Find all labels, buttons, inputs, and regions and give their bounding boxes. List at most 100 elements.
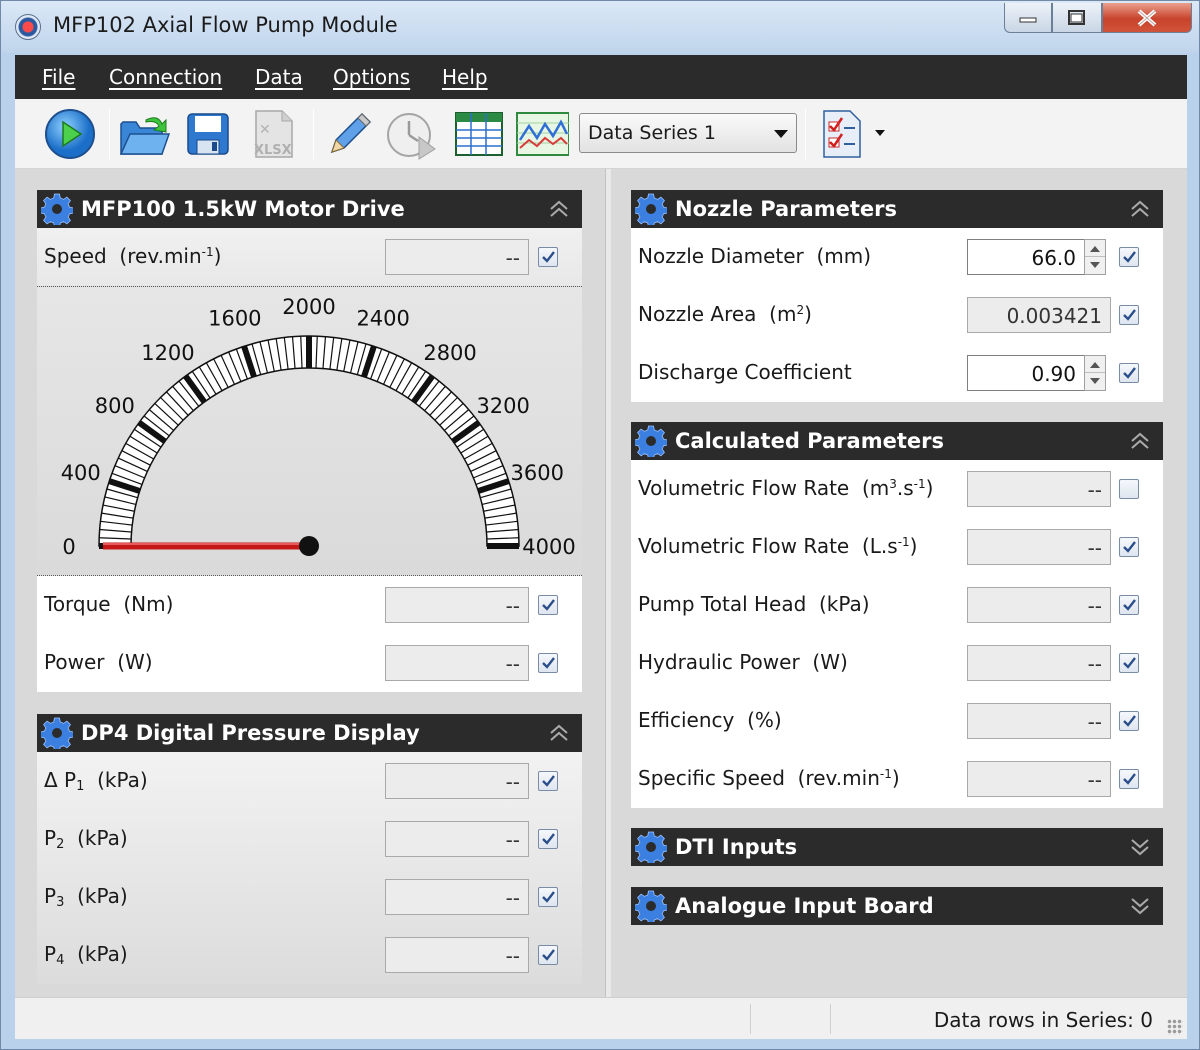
dp1-label: Δ P1 (kPa) bbox=[44, 768, 148, 794]
menu-data[interactable]: Data bbox=[255, 65, 303, 89]
collapse-chevron-icon[interactable] bbox=[1129, 431, 1151, 451]
open-button[interactable] bbox=[117, 107, 171, 161]
discharge-coefficient-checkbox[interactable] bbox=[1119, 363, 1139, 383]
maximize-button[interactable] bbox=[1052, 3, 1102, 33]
nozzle-diameter-row: Nozzle Diameter (mm) 66.0 bbox=[631, 228, 1163, 286]
gear-icon bbox=[41, 193, 73, 225]
resize-grip-icon[interactable] bbox=[1167, 1019, 1183, 1035]
timer-icon bbox=[387, 113, 436, 160]
panel-title: DP4 Digital Pressure Display bbox=[81, 721, 420, 745]
app-window: MFP102 Axial Flow Pump Module File Conne… bbox=[0, 0, 1200, 1050]
nozzle-area-checkbox[interactable] bbox=[1119, 305, 1139, 325]
nozzle-diameter-spinner[interactable] bbox=[1084, 239, 1106, 275]
pump-head-checkbox[interactable] bbox=[1119, 595, 1139, 615]
speed-gauge: 0 400 800 1200 1600 2000 2400 2800 3200 3600 4000 bbox=[37, 286, 582, 576]
dropdown-arrow-icon bbox=[774, 130, 788, 138]
p2-checkbox[interactable] bbox=[538, 829, 558, 849]
export-xlsx-icon: ✕ XLSX bbox=[254, 110, 293, 158]
checkmark-icon bbox=[542, 251, 555, 263]
dp4-header[interactable]: DP4 Digital Pressure Display bbox=[37, 714, 582, 752]
menu-options[interactable]: Options bbox=[333, 65, 410, 89]
flow-l-label: Volumetric Flow Rate (L.s-1) bbox=[638, 534, 918, 558]
flow-l-checkbox[interactable] bbox=[1119, 537, 1139, 557]
edit-pencil-icon bbox=[330, 112, 372, 154]
power-value: -- bbox=[385, 645, 529, 681]
discharge-coefficient-label: Discharge Coefficient bbox=[638, 360, 852, 384]
pump-head-value: -- bbox=[967, 587, 1111, 623]
p3-value: -- bbox=[385, 879, 529, 915]
expand-chevron-icon[interactable] bbox=[1129, 896, 1151, 916]
p3-checkbox[interactable] bbox=[538, 887, 558, 907]
minimize-button[interactable] bbox=[1004, 3, 1052, 33]
nozzle-area-label: Nozzle Area (m2) bbox=[638, 302, 812, 326]
efficiency-checkbox[interactable] bbox=[1119, 711, 1139, 731]
close-button[interactable] bbox=[1102, 3, 1192, 33]
spin-up-icon[interactable] bbox=[1090, 362, 1100, 368]
checkmark-icon bbox=[1123, 367, 1136, 379]
dti-header[interactable]: DTI Inputs bbox=[631, 828, 1163, 866]
p4-label: P4 (kPa) bbox=[44, 942, 128, 968]
discharge-coefficient-spinner[interactable] bbox=[1084, 355, 1106, 391]
analogue-header[interactable]: Analogue Input Board bbox=[631, 887, 1163, 925]
data-series-select-value: Data Series 1 bbox=[588, 122, 716, 144]
nozzle-diameter-input[interactable]: 66.0 bbox=[967, 239, 1085, 275]
checkmark-icon bbox=[542, 949, 555, 961]
motor-drive-header[interactable]: MFP100 1.5kW Motor Drive bbox=[37, 190, 582, 228]
collapse-chevron-icon[interactable] bbox=[1129, 199, 1151, 219]
edit-button[interactable] bbox=[321, 107, 375, 161]
play-button[interactable] bbox=[43, 107, 97, 161]
report-dropdown-icon[interactable] bbox=[875, 130, 885, 136]
gauge-tick-label: 400 bbox=[61, 461, 101, 485]
spin-down-icon[interactable] bbox=[1090, 378, 1100, 384]
chart-button[interactable] bbox=[515, 107, 569, 161]
flow-m3-value: -- bbox=[967, 471, 1111, 507]
p4-checkbox[interactable] bbox=[538, 945, 558, 965]
checkmark-icon bbox=[542, 657, 555, 669]
menu-file[interactable]: File bbox=[42, 65, 75, 89]
table-button[interactable] bbox=[452, 107, 506, 161]
speed-checkbox[interactable] bbox=[538, 247, 558, 267]
menu-help[interactable]: Help bbox=[442, 65, 488, 89]
data-series-select[interactable]: Data Series 1 bbox=[579, 113, 797, 153]
flow-l-value: -- bbox=[967, 529, 1111, 565]
hydraulic-power-checkbox[interactable] bbox=[1119, 653, 1139, 673]
collapse-chevron-icon[interactable] bbox=[548, 723, 570, 743]
efficiency-row: Efficiency (%) -- bbox=[631, 692, 1163, 750]
dp1-checkbox[interactable] bbox=[538, 771, 558, 791]
nozzle-diameter-checkbox[interactable] bbox=[1119, 247, 1139, 267]
app-icon[interactable] bbox=[15, 14, 41, 40]
spin-up-icon[interactable] bbox=[1090, 246, 1100, 252]
power-label: Power (W) bbox=[44, 650, 153, 674]
panel-title: DTI Inputs bbox=[675, 835, 798, 859]
dp4-panel: DP4 Digital Pressure Display Δ P1 (kPa) … bbox=[37, 714, 582, 984]
export-xlsx-button[interactable]: ✕ XLSX bbox=[247, 107, 301, 161]
speed-value: -- bbox=[385, 239, 529, 275]
timer-button[interactable] bbox=[385, 107, 439, 161]
flow-m3-checkbox[interactable] bbox=[1119, 479, 1139, 499]
report-icon bbox=[823, 110, 861, 158]
specific-speed-checkbox[interactable] bbox=[1119, 769, 1139, 789]
panel-title: Nozzle Parameters bbox=[675, 197, 897, 221]
torque-checkbox[interactable] bbox=[538, 595, 558, 615]
nozzle-header[interactable]: Nozzle Parameters bbox=[631, 190, 1163, 228]
panel-title: Analogue Input Board bbox=[675, 894, 934, 918]
title-bar[interactable]: MFP102 Axial Flow Pump Module bbox=[1, 1, 1199, 53]
checkmark-icon bbox=[542, 775, 555, 787]
expand-chevron-icon[interactable] bbox=[1129, 837, 1151, 857]
save-button[interactable] bbox=[181, 107, 235, 161]
calculated-panel: Calculated Parameters Volumetric Flow Ra… bbox=[631, 422, 1163, 808]
spin-down-icon[interactable] bbox=[1090, 262, 1100, 268]
maximize-icon bbox=[1068, 9, 1085, 25]
collapse-chevron-icon[interactable] bbox=[548, 199, 570, 219]
report-button[interactable] bbox=[815, 107, 869, 161]
checkmark-icon bbox=[542, 833, 555, 845]
svg-text:✕: ✕ bbox=[259, 122, 271, 138]
motor-drive-body: Speed (rev.min-1) -- 0 400 800 1200 1600 2000… bbox=[37, 228, 582, 692]
checkmark-icon bbox=[1123, 599, 1136, 611]
power-checkbox[interactable] bbox=[538, 653, 558, 673]
gauge-tick-label: 1200 bbox=[141, 341, 194, 365]
pane-splitter[interactable] bbox=[605, 169, 611, 997]
discharge-coefficient-input[interactable]: 0.90 bbox=[967, 355, 1085, 391]
menu-connection[interactable]: Connection bbox=[109, 65, 222, 89]
calculated-header[interactable]: Calculated Parameters bbox=[631, 422, 1163, 460]
